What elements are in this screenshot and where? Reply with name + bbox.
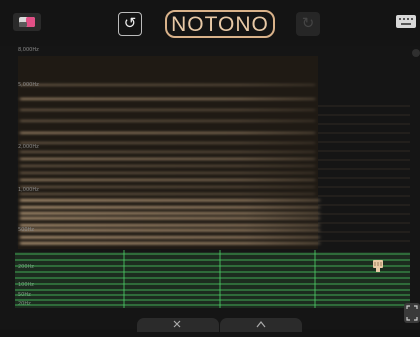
harmonic-band: [20, 179, 315, 181]
redo-icon: ↻: [301, 15, 315, 32]
harmonic-band: [20, 199, 320, 202]
palette-icon: [19, 17, 35, 27]
keyboard-button[interactable]: [396, 15, 416, 28]
toolbar: ↺ NOTONO ↻: [0, 0, 420, 46]
frequency-label: 2,000Hz: [18, 144, 39, 150]
harmonic-band: [20, 229, 320, 232]
app-title-text: NOTONO: [171, 13, 269, 36]
redo-button[interactable]: ↻: [296, 12, 320, 36]
harmonic-band: [20, 212, 320, 215]
scroll-indicator[interactable]: [412, 49, 420, 57]
bottom-tab-right[interactable]: [220, 318, 302, 332]
app-title: NOTONO: [165, 10, 275, 38]
keyboard-icon: [399, 18, 413, 25]
selection-overlay[interactable]: [15, 250, 410, 308]
harmonic-band: [20, 84, 315, 86]
harmonic-band: [20, 193, 315, 195]
frequency-label: 5,000Hz: [18, 82, 39, 88]
harmonic-band: [20, 109, 315, 111]
spectrogram[interactable]: 8,000Hz5,000Hz2,000Hz1,000Hz500Hz200Hz10…: [0, 46, 420, 329]
harmonic-band: [20, 120, 315, 122]
undo-icon: ↺: [123, 15, 137, 32]
harmonic-band: [20, 158, 315, 160]
harmonic-band: [20, 224, 320, 227]
harmonic-band: [20, 172, 315, 174]
harmonic-band: [20, 98, 315, 100]
frequency-label: 1,000Hz: [18, 187, 39, 193]
harmonic-band: [20, 186, 315, 188]
harmonic-band: [20, 132, 315, 134]
harmonic-band: [20, 165, 315, 167]
harmonic-band: [20, 206, 320, 209]
chevron-up-icon: [256, 321, 266, 328]
expand-button[interactable]: [404, 303, 420, 323]
palette-button[interactable]: [13, 13, 41, 31]
harmonic-band: [20, 142, 315, 144]
x-icon: [173, 320, 181, 328]
frequency-label: 500Hz: [18, 227, 34, 233]
undo-button[interactable]: ↺: [118, 12, 142, 36]
frequency-label: 8,000Hz: [18, 47, 39, 53]
harmonic-band: [20, 217, 320, 220]
harmonic-band: [20, 242, 320, 245]
bottom-tab-left[interactable]: [137, 318, 219, 332]
expand-icon: [406, 305, 418, 321]
harmonic-band: [20, 236, 320, 239]
harmonic-band: [20, 151, 315, 153]
